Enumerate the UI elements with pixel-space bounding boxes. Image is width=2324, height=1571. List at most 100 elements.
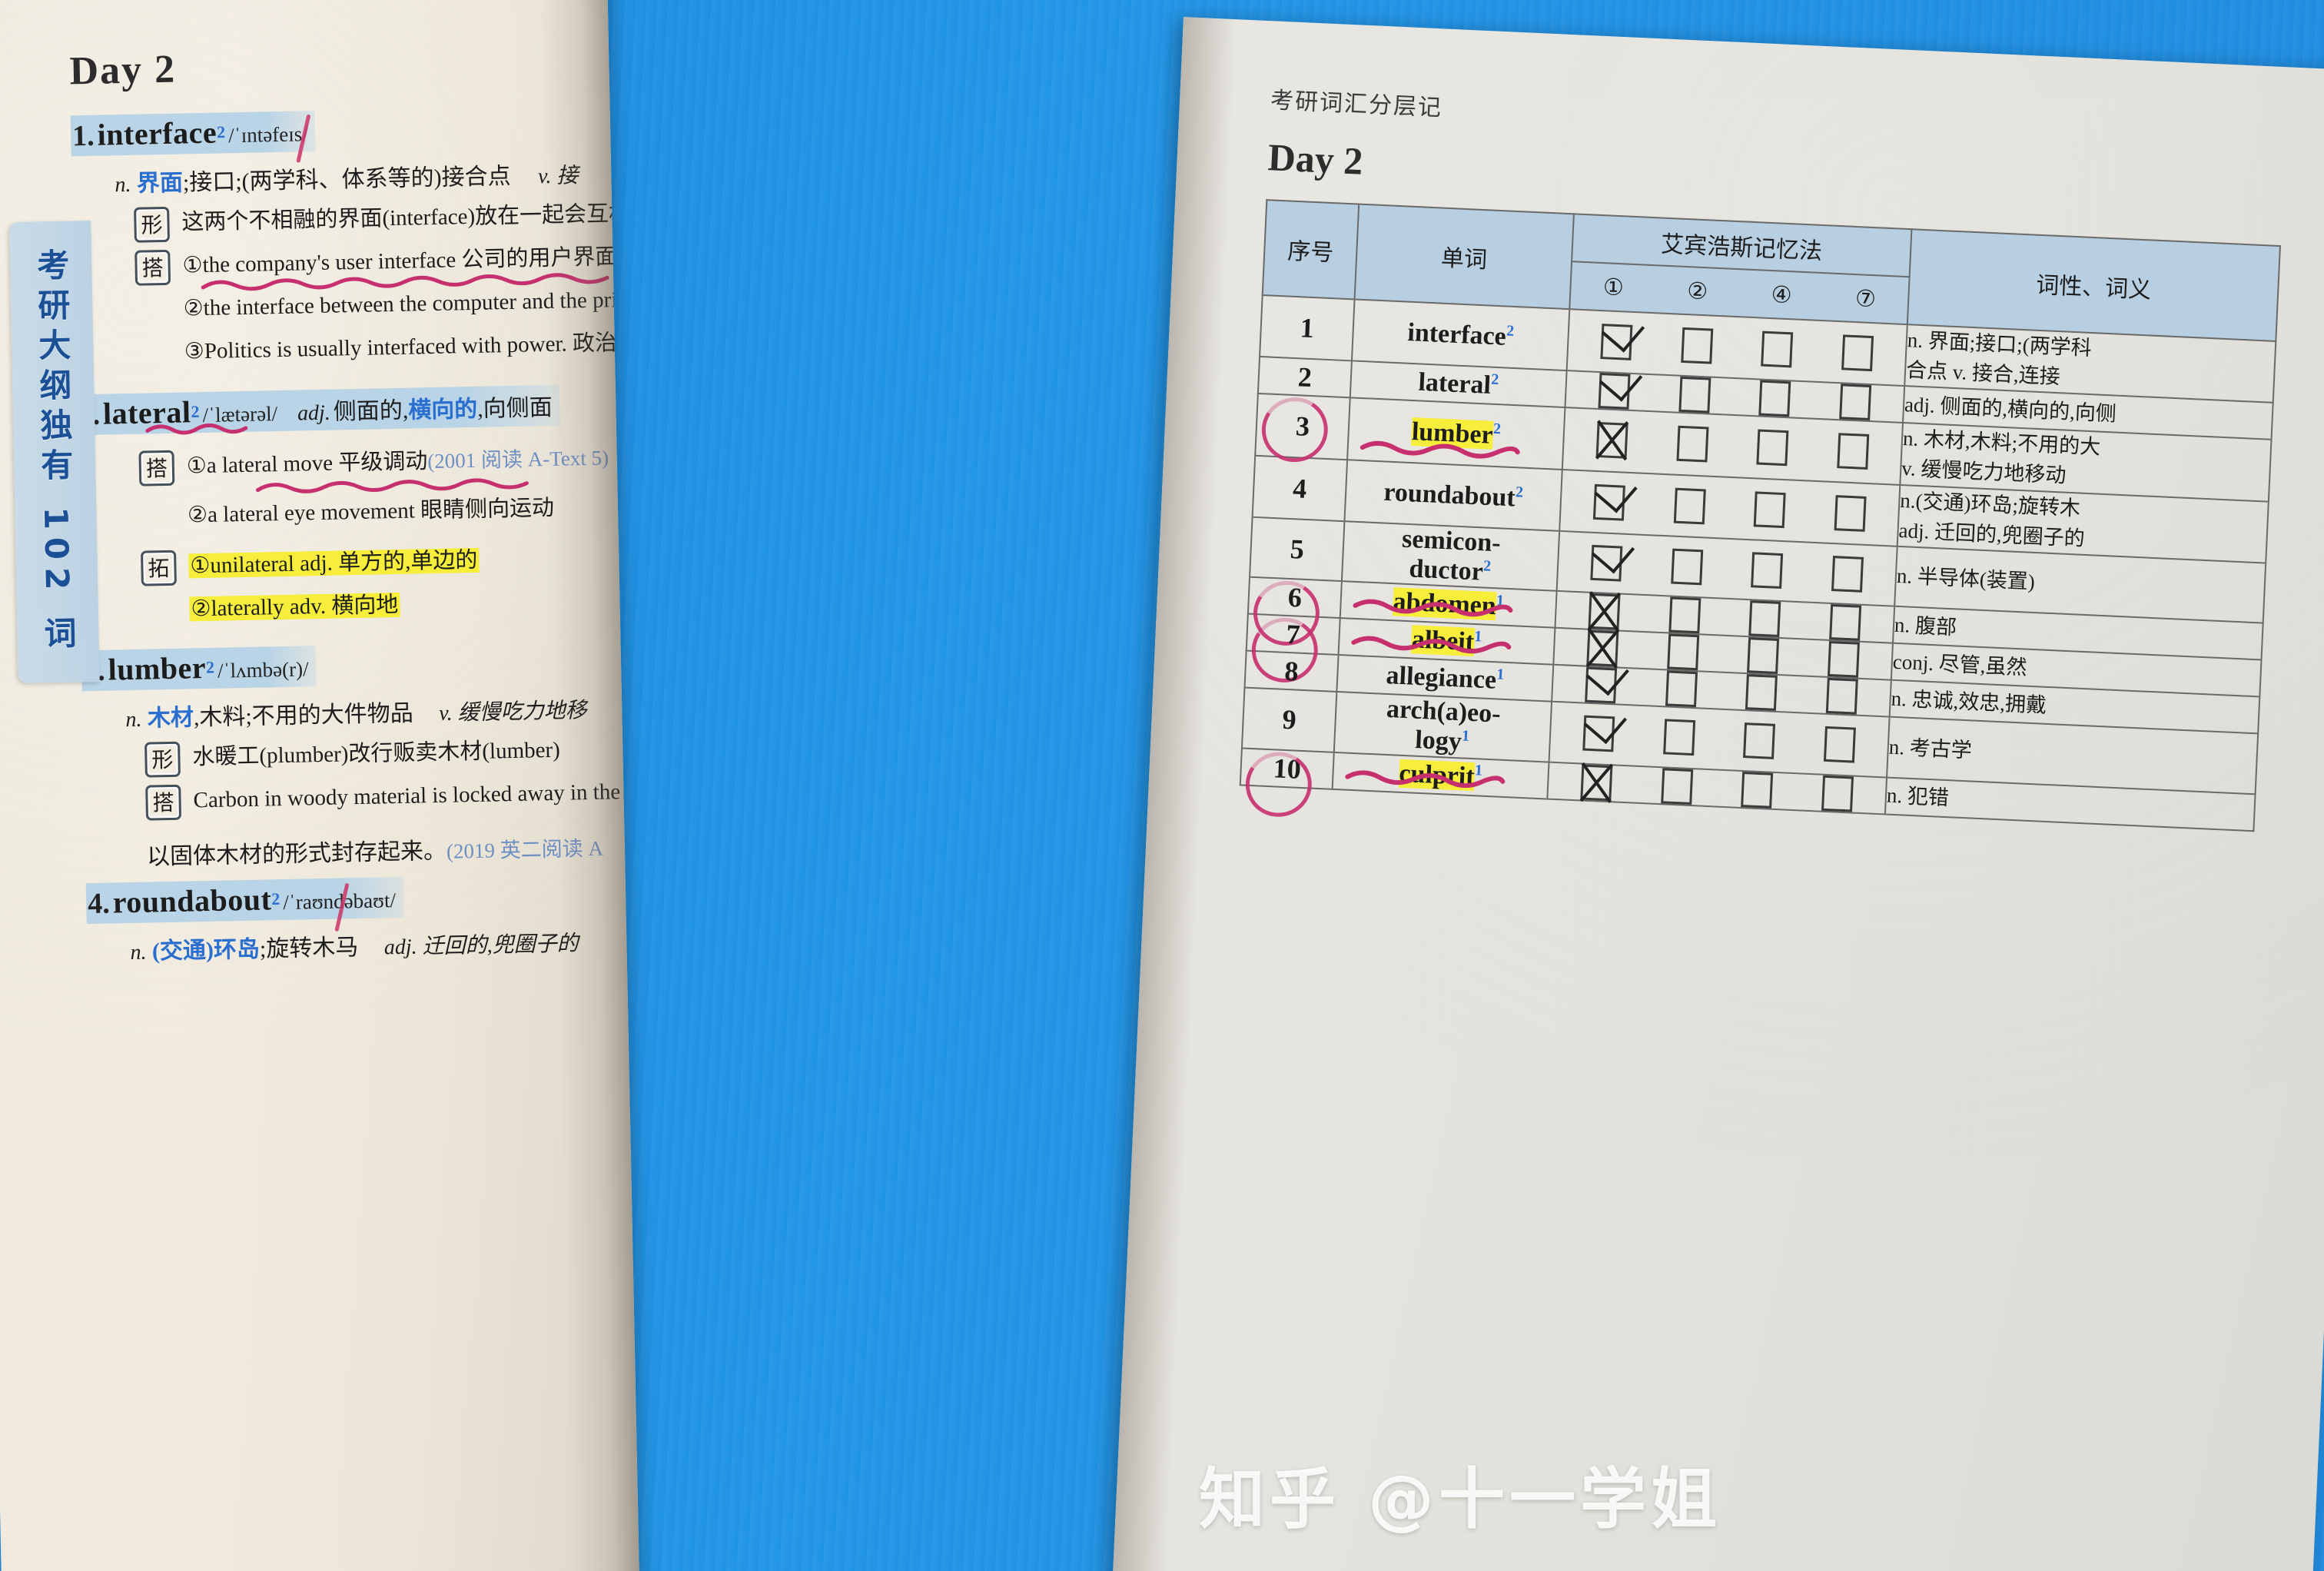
review-checkbox-empty[interactable] [1836,433,1870,470]
tag-da-icon: 搭 [145,785,182,821]
review-checkbox-empty[interactable] [1666,633,1699,671]
cell-row-number: 7 [1246,612,1340,689]
entry-ipa: /ˈlʌmbə(r)/ [217,657,309,683]
definition-highlight: 横向的 [407,396,478,423]
review-checkbox-empty[interactable] [1678,377,1711,414]
definition-line: n. 考古学 [1888,735,1973,762]
pen-wiggle-underline [1360,440,1520,459]
cell-row-number: 2 [1257,357,1352,398]
right-book-page: 考研词汇分层记 Day 2 序号 单词 艾宾浩斯记忆法 词性、词义 ①②④⑦ 1… [1111,17,2324,1571]
cell-row-number: 1 [1260,295,1355,361]
source-citation: (2001 阅读 A-Text 5) [427,446,609,473]
cell-row-number: 8 [1244,650,1339,693]
translation-text: 以固体木材的形式封存起来。 [146,839,447,870]
review-checkbox-empty[interactable] [1825,678,1858,715]
word-superscript: 2 [1506,322,1515,340]
definition-rest: ;旋转木马 [259,935,359,963]
review-checkbox-empty[interactable] [1665,670,1698,708]
review-checkbox-empty[interactable] [1828,604,1861,641]
review-checkbox-empty[interactable] [1831,556,1864,593]
cell-row-number: 5 [1250,516,1345,582]
review-checkbox-empty[interactable] [1743,722,1776,760]
review-checkbox-empty[interactable] [1834,494,1867,532]
part-of-speech: n. [115,172,131,198]
collocation-text: ②the interface between the computer and … [183,287,629,321]
review-checkbox-empty[interactable] [1827,641,1860,678]
review-mark: ④ [1770,281,1793,309]
review-checkbox-tick[interactable] [1590,544,1623,582]
tag-xing-icon: 形 [144,742,181,778]
review-checkbox-empty[interactable] [1756,429,1789,467]
review-checkbox-cross[interactable] [1588,593,1621,630]
note-text: 这两个不相融的界面(interface)放在一起会互相 [181,201,632,235]
note-block-da: 搭 ①a lateral move 平级调动(2001 阅读 A-Text 5)… [138,436,639,543]
collocation-text: ①a lateral move 平级调动 [186,449,428,479]
review-checkbox-empty[interactable] [1838,384,1871,421]
review-checkbox-tick[interactable] [1593,483,1626,521]
note-block-tuo: 拓 ①unilateral adj. 单方的,单边的 ②laterally ad… [141,536,639,637]
collocation-item: ①a lateral move 平级调动(2001 阅读 A-Text 5) [186,442,609,493]
review-checkbox-cross[interactable] [1580,764,1613,801]
entry-word: roundabout [112,882,272,920]
review-checkbox-tick[interactable] [1585,666,1618,704]
entry-superscript: 2 [271,889,281,909]
entry-number: 1. [71,119,95,153]
row-number: 1 [1299,312,1315,344]
review-checkbox-empty[interactable] [1668,596,1702,634]
example-text: Carbon in woody material is locked away … [193,779,640,813]
review-checkbox-tick[interactable] [1600,324,1633,361]
tag-da-icon: 搭 [138,450,175,487]
example-translation: 以固体木材的形式封存起来。(2019 英二阅读 A [147,822,640,872]
definition-rest: ,木料;不用的大件物品 [193,700,414,731]
review-checkbox-tick[interactable] [1582,715,1615,752]
review-checkbox-empty[interactable] [1751,552,1784,590]
review-checkbox-empty[interactable] [1747,637,1780,675]
review-checkbox-empty[interactable] [1748,600,1781,638]
review-checkbox-empty[interactable] [1660,767,1694,805]
definition-tail: ,向侧面 [476,395,553,422]
part-of-speech: n. [125,708,142,732]
review-checkbox-empty[interactable] [1741,771,1774,809]
review-checkbox-empty[interactable] [1761,330,1794,368]
review-checkbox-cross[interactable] [1595,422,1628,460]
collocation-text: ③Politics is usually interfaced with pow… [184,330,640,364]
review-checkbox-empty[interactable] [1662,719,1695,756]
headword-lumber: 3. lumber2 /ˈlʌmbə(r)/ [81,646,317,692]
entry-superscript: 2 [205,657,215,677]
side-index-tab[interactable]: 考研大纲独有 102 词 [9,221,100,683]
word-superscript: 2 [1482,557,1492,575]
definition-verb: v. 接 [537,164,579,189]
entry-ipa: /ˈɪntəfeɪs/ [227,122,308,148]
word-superscript: 2 [1490,370,1499,389]
side-tab-label: 考研大纲独有 102 词 [32,247,78,656]
review-checkbox-empty[interactable] [1681,327,1714,364]
row-number: 8 [1283,656,1300,687]
definition-verb: v. 缓慢吃力地移 [438,699,587,726]
review-checkbox-tick[interactable] [1598,373,1631,410]
row-number: 5 [1289,533,1305,565]
header-word: 单词 [1354,204,1574,310]
review-checkbox-empty[interactable] [1745,674,1778,712]
extension-item: ②laterally adv. 横向地 [189,587,480,626]
word-superscript: 1 [1496,666,1505,683]
review-checkbox-empty[interactable] [1673,487,1706,525]
cell-row-number: 3 [1255,391,1350,469]
left-page-content: Day 2 1. interface2 /ˈɪntəfeɪs/ n. 界面;接口… [69,32,639,976]
header-no: 序号 [1262,200,1360,300]
review-checkbox-empty[interactable] [1841,334,1874,372]
review-checkbox-empty[interactable] [1676,426,1709,463]
review-checkbox-empty[interactable] [1821,775,1854,812]
review-checkbox-empty[interactable] [1758,380,1791,417]
review-checkbox-empty[interactable] [1753,491,1786,528]
headword-roundabout: 4. roundabout2 /ˈraʊndəbaʊt/ [85,877,404,932]
definition-highlight: (交通)环岛 [151,937,261,965]
cell-word: interface2 [1351,299,1570,371]
word-text: interface [1406,317,1507,351]
cell-word: lumber2 [1347,397,1565,470]
extension-item: ①unilateral adj. 单方的,单边的 [188,544,480,583]
entry-lateral: 2. lateral2 /ˈlætərəl/ adj. 侧面的,横向的,向侧面 … [75,378,639,638]
review-checkbox-empty[interactable] [1823,726,1856,763]
pen-wiggle-underline [145,423,248,435]
note-block-xing: 形 这两个不相融的界面(interface)放在一起会互相 [134,192,639,243]
review-checkbox-empty[interactable] [1670,548,1703,586]
